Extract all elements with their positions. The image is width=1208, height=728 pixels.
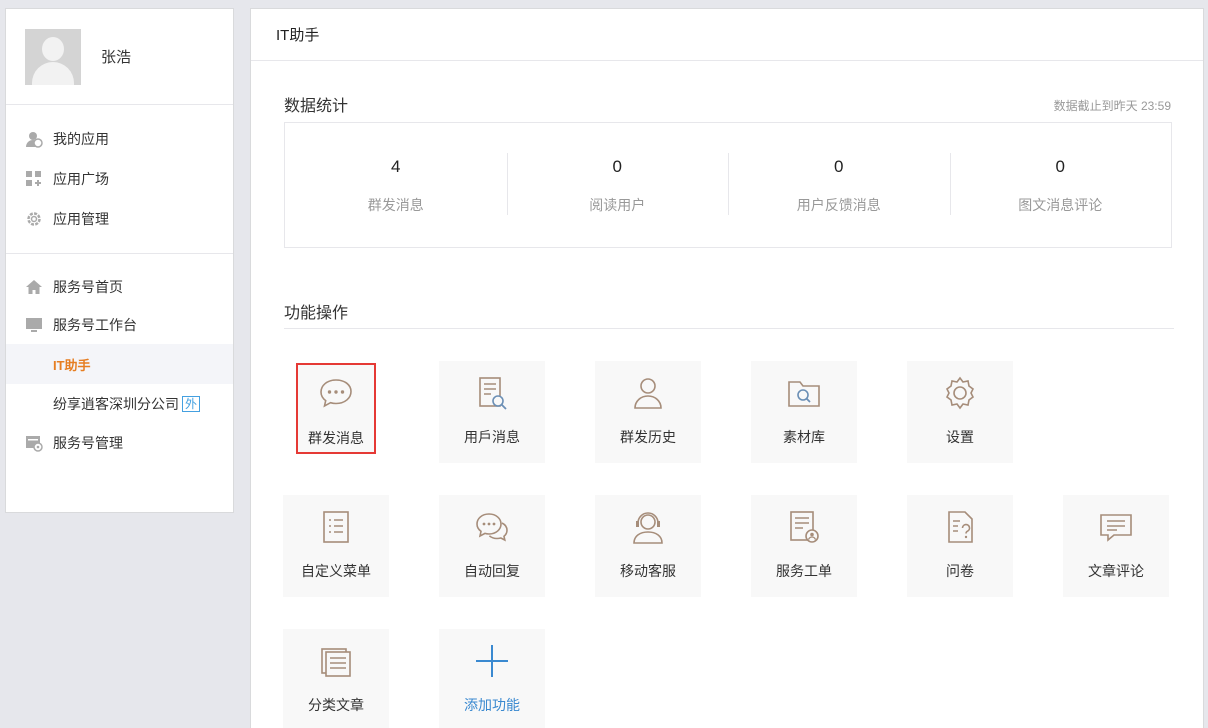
profile-name: 张浩 <box>101 49 132 66</box>
headset-agent-icon <box>630 509 666 545</box>
function-label: 素材库 <box>783 429 825 445</box>
stats-note: 数据截止到昨天 23:59 <box>1053 99 1171 113</box>
function-label: 自动回复 <box>464 563 520 579</box>
sidebar-item-label: 服务号管理 <box>53 435 123 451</box>
sidebar: 张浩 我的应用 应用广场 应用管理 服务号首页 服务号工作台 IT助手 纷享逍客… <box>5 8 234 513</box>
function-label: 问卷 <box>946 563 974 579</box>
stat-value: 0 <box>612 157 622 176</box>
function-work-order-button[interactable]: 服务工单 <box>751 495 857 597</box>
function-label: 添加功能 <box>464 697 520 713</box>
function-label: 用戶消息 <box>464 429 520 445</box>
app-manage-gear-icon <box>25 210 43 228</box>
stat-value: 0 <box>1055 157 1065 176</box>
sidebar-item-label: 应用管理 <box>53 211 109 227</box>
stat-article-comments[interactable]: 0 图文消息评论 <box>949 123 1172 247</box>
add-function-button[interactable]: 添加功能 <box>439 629 545 728</box>
function-auto-reply-button[interactable]: 自动回复 <box>439 495 545 597</box>
nav-group-service: 服务号首页 服务号工作台 IT助手 纷享逍客深圳分公司外 服务号管理 <box>6 254 233 476</box>
stat-label: 用户反馈消息 <box>796 197 881 213</box>
nav-group-apps: 我的应用 应用广场 应用管理 <box>6 105 233 254</box>
questionnaire-icon <box>942 509 978 545</box>
list-icon <box>318 509 354 545</box>
function-user-messages-button[interactable]: 用戶消息 <box>439 361 545 463</box>
function-label: 群发历史 <box>620 429 676 445</box>
sidebar-item-service-manage[interactable]: 服务号管理 <box>6 424 233 462</box>
sidebar-item-app-manage[interactable]: 应用管理 <box>6 199 233 239</box>
my-apps-icon <box>25 130 43 148</box>
function-mobile-service-button[interactable]: 移动客服 <box>595 495 701 597</box>
function-mass-history-button[interactable]: 群发历史 <box>595 361 701 463</box>
function-questionnaire-button[interactable]: 问卷 <box>907 495 1013 597</box>
stat-value: 0 <box>834 157 844 176</box>
function-article-comments-button[interactable]: 文章评论 <box>1063 495 1169 597</box>
comment-icon <box>1098 509 1134 545</box>
sidebar-item-my-apps[interactable]: 我的应用 <box>6 119 233 159</box>
page-title: IT助手 <box>251 9 1203 61</box>
stat-label: 阅读用户 <box>589 197 646 213</box>
stat-mass-messages[interactable]: 4 群发消息 <box>285 123 507 247</box>
monitor-icon <box>25 316 43 334</box>
home-icon <box>25 278 43 296</box>
chat-bubble-icon <box>318 375 354 411</box>
sidebar-item-it-assistant[interactable]: IT助手 <box>6 344 233 384</box>
sidebar-item-shenzhen-branch[interactable]: 纷享逍客深圳分公司外 <box>6 384 233 424</box>
functions-section-title: 功能操作 <box>284 305 349 322</box>
function-label: 自定义菜单 <box>301 563 371 579</box>
avatar[interactable] <box>25 28 81 85</box>
sidebar-item-service-home[interactable]: 服务号首页 <box>6 268 233 306</box>
sidebar-item-label: 服务号首页 <box>53 279 123 295</box>
stat-label: 图文消息评论 <box>1018 197 1103 213</box>
document-search-icon <box>474 375 510 411</box>
function-settings-button[interactable]: 设置 <box>907 361 1013 463</box>
auto-reply-icon <box>474 509 510 545</box>
main-panel: IT助手 数据统计 数据截止到昨天 23:59 4 群发消息 0 阅读用户 0 … <box>250 8 1204 728</box>
stats-box: 4 群发消息 0 阅读用户 0 用户反馈消息 0 图文消息评论 <box>284 122 1172 248</box>
app-square-icon <box>25 170 43 188</box>
service-manage-icon <box>25 434 43 452</box>
sidebar-item-label: 我的应用 <box>53 131 109 147</box>
sidebar-item-label: 纷享逍客深圳分公司 <box>53 396 179 412</box>
function-label: 分类文章 <box>308 697 364 713</box>
user-icon <box>630 375 666 411</box>
user-profile[interactable]: 张浩 <box>6 9 233 105</box>
function-label: 服务工单 <box>776 563 832 579</box>
function-label: 群发消息 <box>308 430 364 446</box>
function-material-library-button[interactable]: 素材库 <box>751 361 857 463</box>
external-badge: 外 <box>182 396 201 412</box>
stat-value: 4 <box>391 157 401 176</box>
function-label: 移动客服 <box>620 563 676 579</box>
divider <box>284 328 1174 329</box>
function-category-articles-button[interactable]: 分类文章 <box>283 629 389 728</box>
sidebar-item-label: 应用广场 <box>53 171 109 187</box>
stat-label: 群发消息 <box>367 197 424 213</box>
sidebar-item-label: 服务号工作台 <box>53 317 137 333</box>
gear-icon <box>942 375 978 411</box>
function-label: 设置 <box>946 429 974 445</box>
folder-search-icon <box>786 375 822 411</box>
stat-user-feedback[interactable]: 0 用户反馈消息 <box>728 123 950 247</box>
function-custom-menu-button[interactable]: 自定义菜单 <box>283 495 389 597</box>
stats-section-title: 数据统计 <box>284 98 349 115</box>
function-label: 文章评论 <box>1088 563 1144 579</box>
category-article-icon <box>318 643 354 679</box>
function-mass-message-button[interactable]: 群发消息 <box>296 363 376 454</box>
work-order-icon <box>786 509 822 545</box>
stat-read-users[interactable]: 0 阅读用户 <box>506 123 729 247</box>
sidebar-item-app-square[interactable]: 应用广场 <box>6 159 233 199</box>
plus-icon <box>474 643 510 679</box>
sidebar-item-service-workbench[interactable]: 服务号工作台 <box>6 306 233 344</box>
